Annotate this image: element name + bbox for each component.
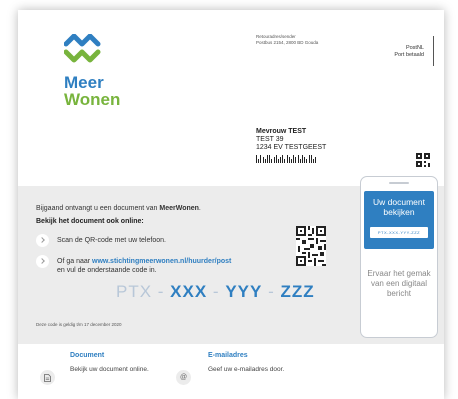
postage-divider [433,36,434,66]
step-scan-qr: Scan de QR-code met uw telefoon. [36,234,166,247]
code-part-3: YYY [225,282,263,301]
postage-paid: Port betaald [394,52,424,58]
arrow-right-icon [36,234,49,247]
feature-document-title: Document [70,352,105,359]
phone-speaker [389,182,409,184]
feature-email-title: E-mailadres [208,352,248,359]
phone-screen: Uw document bekijken PTX-XXX-YYY-ZZZ [364,191,434,249]
arrow-right-icon [36,255,49,268]
recipient-city: 1234 EV TESTGEEST [256,144,327,151]
step-visit-prefix: Of ga naar [57,258,93,265]
intro-suffix: . [198,205,201,212]
step-visit-text: Of ga naar www.stichtingmeerwonen.nl/huu… [57,255,231,275]
sender-line-2: Postbus 2154, 2800 BD Gouda [256,40,319,45]
intro-brand: MeerWonen [159,205,199,212]
document-icon [40,370,55,385]
logo-text-wonen: Wonen [64,90,121,109]
phone-message: Ervaar het gemak van een digitaal berich… [367,269,431,298]
at-sign-icon: @ [176,370,191,385]
postage-mark: PostNL Port betaald [394,45,430,59]
feature-email-text: Geef uw e-mailadres door. [208,366,285,373]
phone-code-field: PTX-XXX-YYY-ZZZ [370,227,428,238]
access-code: PTX - XXX - YYY - ZZZ [116,282,315,301]
code-part-4: ZZZ [280,282,315,301]
feature-document-text: Bekijk uw document online. [70,366,149,373]
logo-wave-icon [64,34,101,63]
mini-qr-icon [416,153,430,167]
intro-text: Bijgaand ontvangt u een document van Mee… [36,205,201,212]
online-heading: Bekijk het document ook online: [36,218,144,225]
step-visit-website: Of ga naar www.stichtingmeerwonen.nl/huu… [36,255,231,275]
logo-text-meer: Meer [64,73,104,92]
meerwonen-logo: Meer Wonen [64,34,130,114]
step-visit-suffix: en vul de onderstaande code in. [57,267,157,274]
intro-prefix: Bijgaand ontvangt u een document van [36,205,160,212]
qr-code-icon [296,226,326,266]
website-link[interactable]: www.stichtingmeerwonen.nl/huurder/post [92,258,231,265]
postage-carrier: PostNL [405,45,424,51]
step-scan-text: Scan de QR-code met uw telefoon. [57,237,166,244]
phone-illustration: Uw document bekijken PTX-XXX-YYY-ZZZ Erv… [360,176,438,338]
recipient-address: Mevrouw TEST TEST 39 1234 EV TESTGEEST [256,128,326,163]
recipient-name: Mevrouw TEST [256,128,307,135]
phone-screen-title: Uw document bekijken [373,197,425,217]
sender-address: Retouradres/sender Postbus 2154, 2800 BD… [256,34,336,46]
code-part-2: XXX [170,282,208,301]
code-validity-note: Deze code is geldig t/m 17 december 2020 [36,322,122,327]
code-prefix: PTX [116,282,153,301]
postal-barcode [256,155,326,163]
letter-sheet: Meer Wonen Retouradres/sender Postbus 21… [18,10,444,399]
recipient-street: TEST 39 [256,136,284,143]
